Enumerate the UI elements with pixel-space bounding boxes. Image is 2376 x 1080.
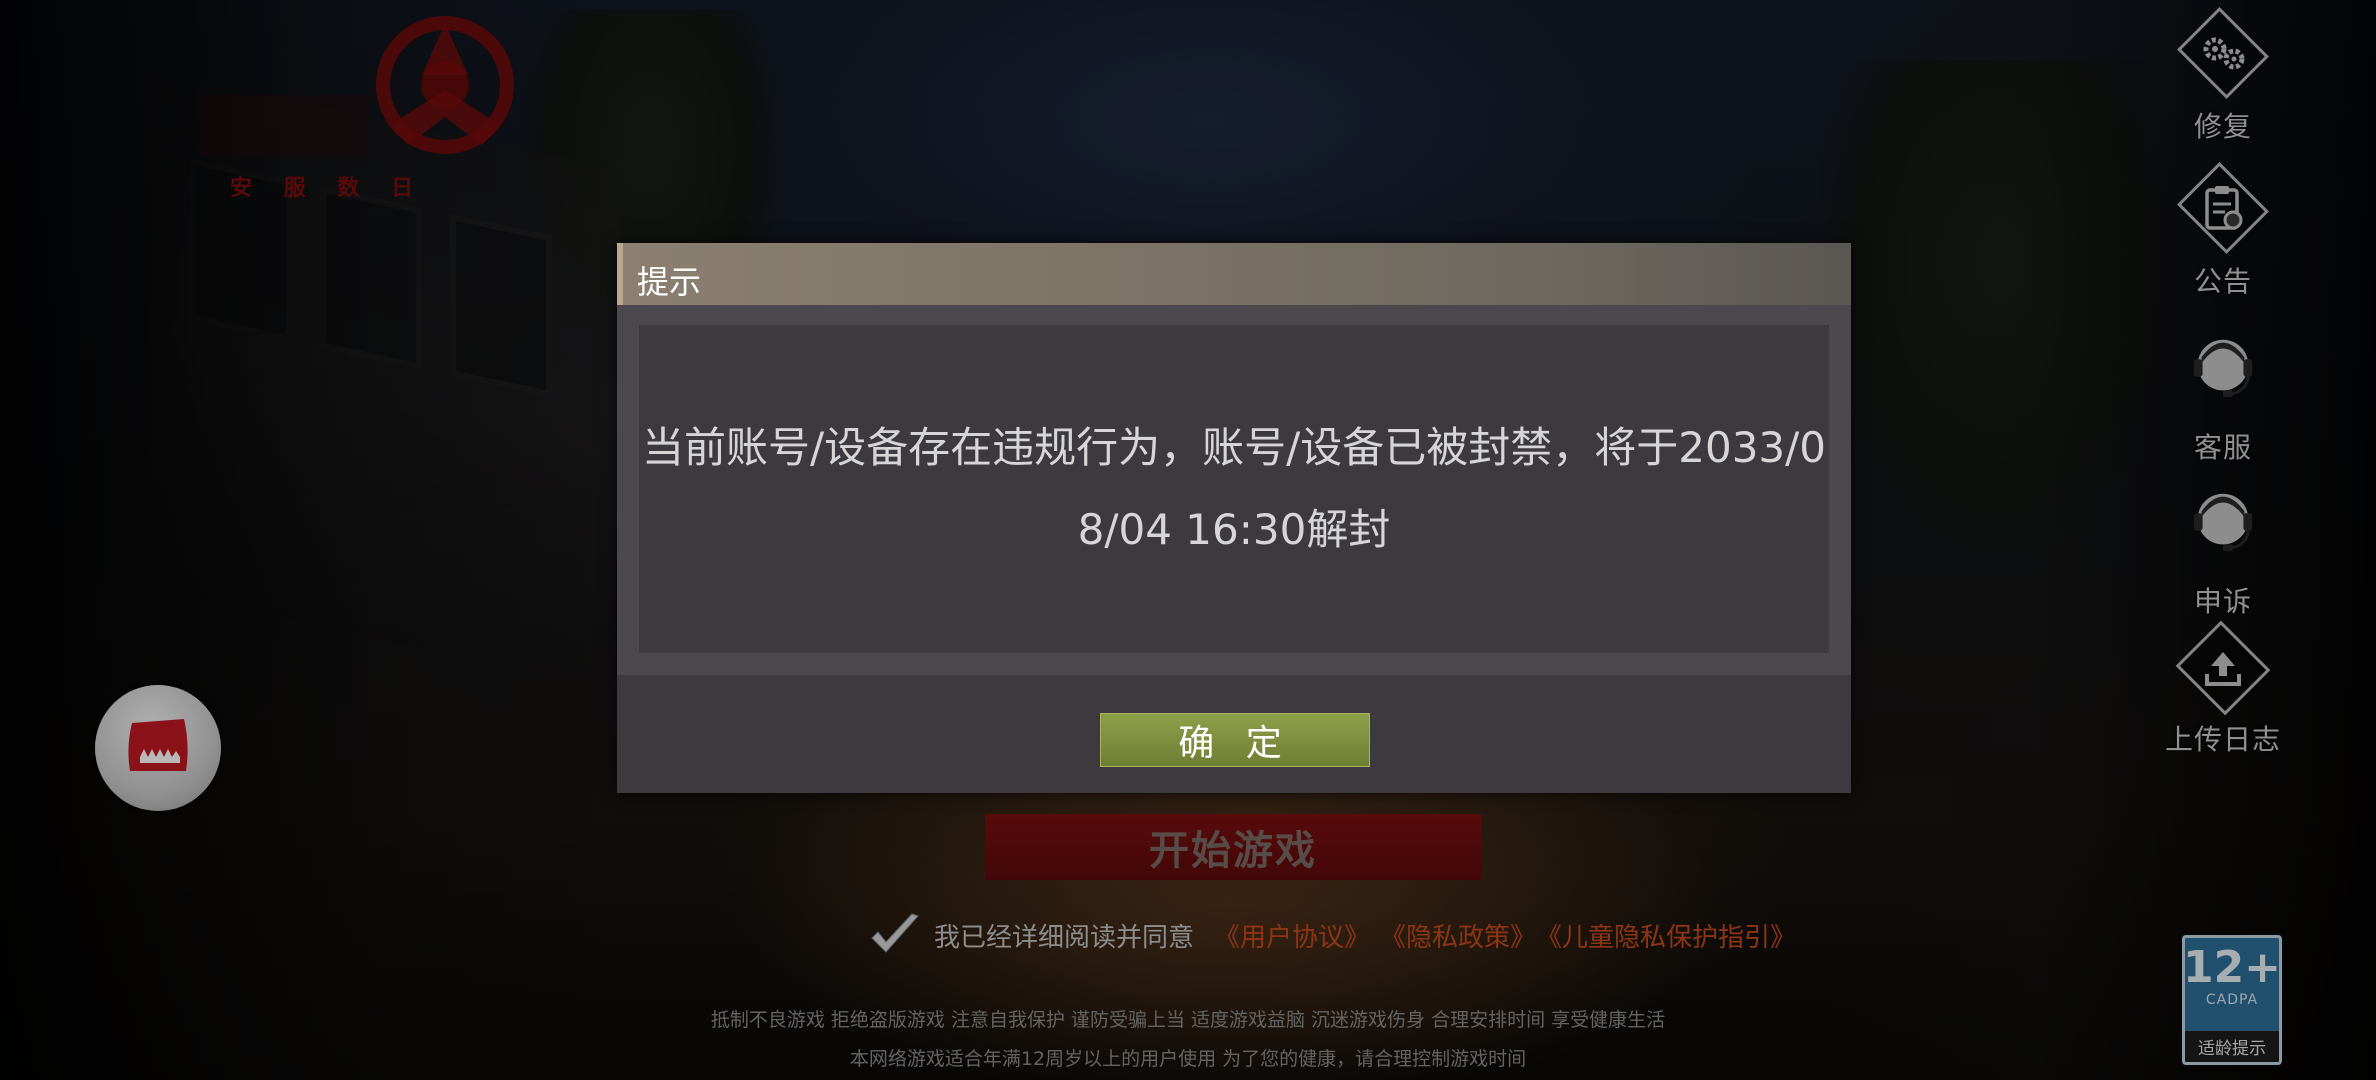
confirm-button[interactable]: 确 定 xyxy=(1100,713,1370,767)
dialog-body: 当前账号/设备存在违规行为，账号/设备已被封禁，将于2033/08/04 16:… xyxy=(617,305,1851,675)
dialog-title: 提示 xyxy=(637,263,702,301)
ban-message: 当前账号/设备存在违规行为，账号/设备已被封禁，将于2033/08/04 16:… xyxy=(641,423,1827,554)
dialog-content: 当前账号/设备存在违规行为，账号/设备已被封禁，将于2033/08/04 16:… xyxy=(639,325,1829,653)
dialog-header: 提示 xyxy=(617,243,1851,305)
notice-dialog: 提示 当前账号/设备存在违规行为，账号/设备已被封禁，将于2033/08/04 … xyxy=(617,243,1851,793)
